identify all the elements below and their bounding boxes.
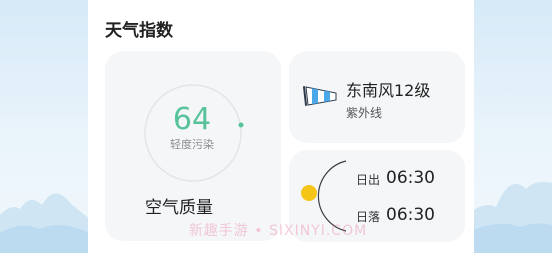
windsock-icon bbox=[303, 86, 337, 106]
sunrise-label: 日出 bbox=[356, 173, 381, 187]
sunset-time: 06:30 bbox=[386, 205, 435, 225]
section-title: 天气指数 bbox=[105, 21, 173, 41]
sun-icon bbox=[301, 185, 317, 201]
mountain-right-decoration bbox=[470, 181, 552, 253]
air-quality-title: 空气质量 bbox=[145, 198, 213, 218]
watermark: 新趣手游 • SIXINYI.COM bbox=[188, 223, 368, 239]
gauge-indicator-dot bbox=[238, 122, 244, 128]
aqi-value: 64 bbox=[172, 102, 212, 137]
sunrise-time: 06:30 bbox=[386, 168, 435, 188]
uv-label: 紫外线 bbox=[346, 106, 383, 120]
mountain-left-decoration bbox=[0, 193, 95, 253]
wind-direction-level: 东南风12级 bbox=[346, 81, 431, 100]
aqi-level: 轻度污染 bbox=[170, 138, 214, 151]
